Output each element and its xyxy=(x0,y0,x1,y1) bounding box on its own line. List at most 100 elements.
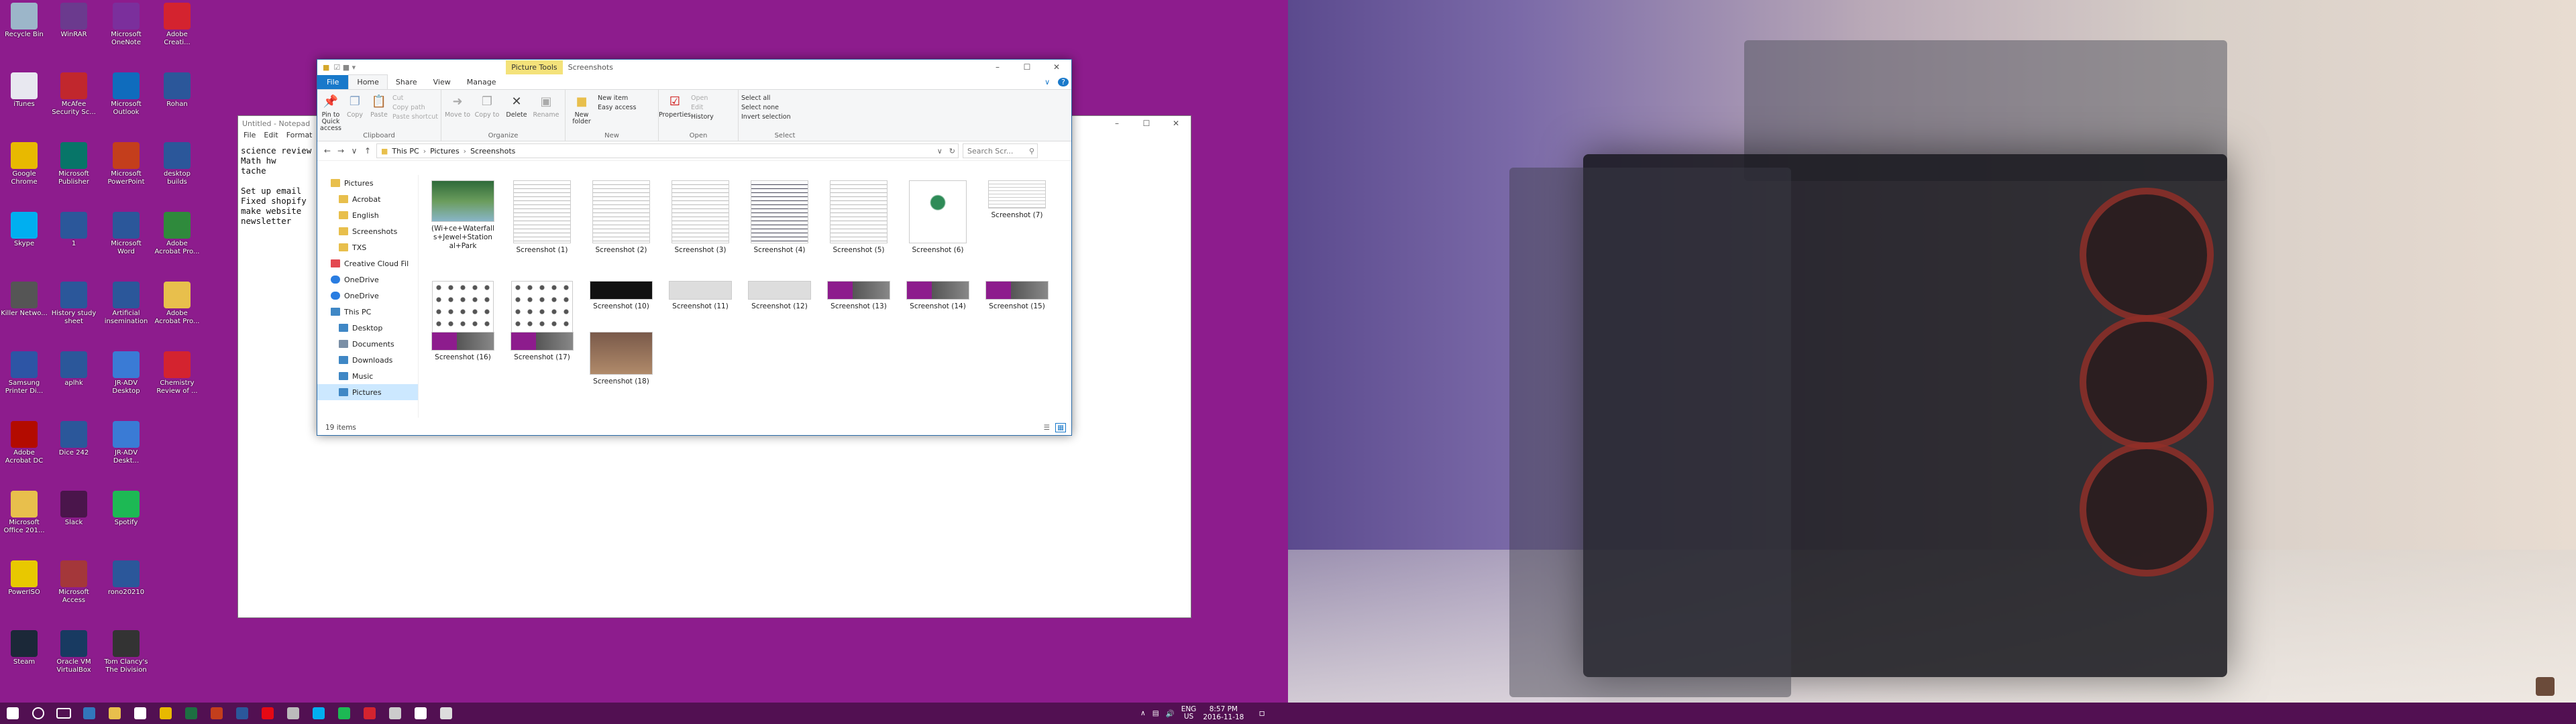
edit-button[interactable]: Edit xyxy=(691,103,714,113)
word-icon[interactable] xyxy=(229,703,255,724)
pin-quick-access-button[interactable]: 📌 Pin to Quick access xyxy=(320,91,341,132)
windows-start-icon[interactable] xyxy=(0,703,25,724)
desktop-icon[interactable]: aplhk xyxy=(50,350,98,387)
desktop-icon[interactable]: Spotify xyxy=(102,489,150,527)
calculator-icon[interactable] xyxy=(433,703,459,724)
close-icon[interactable]: ✕ xyxy=(1161,116,1191,131)
clock[interactable]: 8:57 PM 2016-11-18 xyxy=(1203,705,1244,721)
desktop-icon[interactable]: PowerISO xyxy=(0,559,48,597)
mail-icon[interactable] xyxy=(280,703,306,724)
desktop-icon[interactable]: Microsoft Word xyxy=(102,210,150,256)
invert-selection-button[interactable]: Invert selection xyxy=(741,113,791,122)
nav-item[interactable]: OneDrive xyxy=(317,272,418,288)
delete-button[interactable]: ✕ Delete xyxy=(503,91,530,119)
edge-icon[interactable] xyxy=(76,703,102,724)
nav-item[interactable]: OneDrive xyxy=(317,288,418,304)
file-item[interactable]: Screenshot (18) xyxy=(584,332,658,386)
paste-shortcut-button[interactable]: Paste shortcut xyxy=(392,113,438,122)
easy-access-button[interactable]: Easy access xyxy=(598,103,636,113)
desktop-icon[interactable]: JR-ADV Deskt... xyxy=(102,420,150,465)
select-all-button[interactable]: Select all xyxy=(741,94,791,103)
quick-access-toolbar-icon[interactable]: ☑ ■ ▾ xyxy=(333,63,356,72)
file-item[interactable]: Screenshot (14) xyxy=(901,281,975,311)
desktop-icon[interactable]: Dice 242 xyxy=(50,420,98,457)
copy-path-button[interactable]: Copy path xyxy=(392,103,438,113)
desktop-icon[interactable]: History study sheet xyxy=(50,280,98,326)
file-item[interactable]: Screenshot (12) xyxy=(743,281,816,311)
nav-item[interactable]: Documents xyxy=(317,336,418,352)
nav-item[interactable]: Music xyxy=(317,368,418,384)
breadcrumb-screenshots[interactable]: Screenshots xyxy=(470,147,515,156)
desktop-icon[interactable]: Artificial insemination xyxy=(102,280,150,326)
file-item[interactable]: Screenshot (6) xyxy=(901,180,975,255)
cortana-icon[interactable] xyxy=(25,703,51,724)
back-arrow-icon[interactable]: ← xyxy=(323,146,332,156)
desktop-icon[interactable]: Adobe Acrobat Pro... xyxy=(153,210,201,256)
desktop-icon[interactable]: WinRAR xyxy=(50,1,98,39)
large-icons-view-icon[interactable]: ▦ xyxy=(1055,423,1066,432)
address-dropdown-icon[interactable]: ∨ xyxy=(937,147,945,156)
task-view-icon[interactable] xyxy=(51,703,76,724)
tab-home[interactable]: Home xyxy=(348,74,388,89)
desktop-icon[interactable]: JR-ADV Desktop xyxy=(102,350,150,396)
desktop-icon[interactable]: Adobe Acrobat DC xyxy=(0,420,48,465)
nav-item[interactable]: Acrobat xyxy=(317,191,418,207)
desktop-icon[interactable]: Microsoft OneNote xyxy=(102,1,150,47)
file-explorer-icon[interactable] xyxy=(102,703,127,724)
desktop-icon[interactable]: McAfee Security Sc... xyxy=(50,71,98,117)
paste-button[interactable]: 📋 Paste xyxy=(368,91,390,119)
desktop-icon[interactable]: Steam xyxy=(0,629,48,666)
desktop-icon[interactable]: Microsoft Publisher xyxy=(50,141,98,186)
history-button[interactable]: History xyxy=(691,113,714,122)
copy-to-button[interactable]: ❐ Copy to xyxy=(474,91,500,119)
desktop-icon[interactable]: Recycle Bin xyxy=(0,1,48,39)
explorer-titlebar[interactable]: ■ ☑ ■ ▾ Picture Tools Screenshots – ☐ ✕ xyxy=(317,60,1071,74)
desktop-icon[interactable]: Microsoft Office 201... xyxy=(0,489,48,535)
file-item[interactable]: Screenshot (15) xyxy=(980,281,1054,311)
chrome-icon[interactable] xyxy=(153,703,178,724)
desktop-icon[interactable]: rono20210 xyxy=(102,559,150,597)
nav-item[interactable]: This PC xyxy=(317,304,418,320)
file-item[interactable]: (Wi+ce+Waterfall s+Jewel+Station al+Park xyxy=(426,180,500,251)
nav-item[interactable]: Creative Cloud Fil xyxy=(317,255,418,272)
language-indicator[interactable]: ENG US xyxy=(1181,706,1197,721)
breadcrumb-pictures[interactable]: Pictures xyxy=(430,147,460,156)
file-item[interactable]: Screenshot (1) xyxy=(505,180,579,255)
open-button[interactable]: Open xyxy=(691,94,714,103)
picture-tools-tab[interactable]: Picture Tools xyxy=(506,60,563,74)
file-item[interactable]: Screenshot (5) xyxy=(822,180,896,255)
desktop-icon[interactable]: Oracle VM VirtualBox xyxy=(50,629,98,674)
desktop-icon[interactable]: Killer Netwo... xyxy=(0,280,48,318)
file-item[interactable]: Screenshot (7) xyxy=(980,180,1054,220)
spotify-icon[interactable] xyxy=(331,703,357,724)
file-item[interactable]: Screenshot (2) xyxy=(584,180,658,255)
desktop-icon[interactable]: Microsoft PowerPoint xyxy=(102,141,150,186)
desktop-icon[interactable]: iTunes xyxy=(0,71,48,109)
settings-icon[interactable] xyxy=(408,703,433,724)
desktop-icon[interactable]: Microsoft Outlook xyxy=(102,71,150,117)
file-item[interactable]: Screenshot (16) xyxy=(426,332,500,362)
file-item[interactable]: Screenshot (13) xyxy=(822,281,896,311)
refresh-icon[interactable]: ↻ xyxy=(949,147,958,156)
search-input[interactable]: Search Scr... ⚲ xyxy=(963,143,1038,158)
netflix-icon[interactable] xyxy=(255,703,280,724)
desktop-icon[interactable]: Microsoft Access xyxy=(50,559,98,605)
desktop-icon[interactable]: Adobe Acrobat Pro... xyxy=(153,280,201,326)
file-item[interactable]: Screenshot (10) xyxy=(584,281,658,311)
maximize-icon[interactable]: ☐ xyxy=(1012,60,1042,74)
nav-item[interactable]: Pictures xyxy=(317,175,418,191)
recent-dropdown-icon[interactable]: ∨ xyxy=(350,146,359,156)
desktop-icon[interactable]: Chemistry Review of ... xyxy=(153,350,201,396)
desktop-icon[interactable]: Rohan xyxy=(153,71,201,109)
forward-arrow-icon[interactable]: → xyxy=(336,146,345,156)
desktop-icon[interactable]: Samsung Printer Di... xyxy=(0,350,48,396)
powerpoint-icon[interactable] xyxy=(204,703,229,724)
store-icon[interactable] xyxy=(127,703,153,724)
tab-file[interactable]: File xyxy=(317,74,349,89)
properties-button[interactable]: ☑ Properties xyxy=(659,91,691,119)
breadcrumb-this-pc[interactable]: This PC xyxy=(392,147,419,156)
nav-item[interactable]: TXS xyxy=(317,239,418,255)
menu-file[interactable]: File xyxy=(244,131,256,143)
tab-view[interactable]: View xyxy=(425,75,459,89)
nav-item[interactable]: Desktop xyxy=(317,320,418,336)
